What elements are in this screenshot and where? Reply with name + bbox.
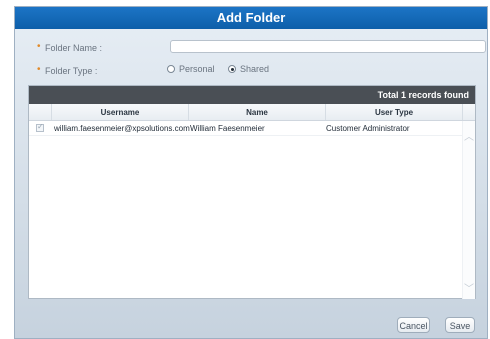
required-marker: • xyxy=(37,41,41,52)
dialog-title: Add Folder xyxy=(15,7,487,29)
folder-name-label: Folder Name : xyxy=(45,43,103,53)
username-column-header[interactable]: Username xyxy=(52,104,189,120)
name-cell: William Faesenmeier xyxy=(190,123,265,133)
records-count: Total 1 records found xyxy=(29,86,475,104)
name-column-header[interactable]: Name xyxy=(189,104,326,120)
user-type-cell: Customer Administrator xyxy=(326,123,410,133)
add-folder-dialog: Add Folder • Folder Name : • Folder Type… xyxy=(14,6,488,339)
folder-type-row: • Folder Type : Personal Shared xyxy=(35,62,475,78)
folder-type-shared-radio[interactable]: Shared xyxy=(228,64,269,74)
table-row[interactable]: william.faesenmeier@xpsolutions.com Will… xyxy=(29,121,475,136)
required-marker: • xyxy=(37,64,41,75)
checkbox-icon[interactable] xyxy=(36,122,44,132)
personal-label: Personal xyxy=(179,64,215,74)
save-button[interactable]: Save xyxy=(445,317,475,333)
radio-icon[interactable] xyxy=(228,65,236,73)
chevron-up-icon[interactable]: ︿ xyxy=(463,127,475,143)
folder-type-personal-radio[interactable]: Personal xyxy=(167,64,215,74)
row-check-cell[interactable] xyxy=(29,121,51,135)
chevron-down-icon[interactable]: ﹀ xyxy=(463,279,475,295)
header-scroll-spacer xyxy=(463,104,475,120)
folder-name-row: • Folder Name : xyxy=(35,39,486,55)
user-type-column-header[interactable]: User Type xyxy=(326,104,463,120)
grid-header: Username Name User Type xyxy=(29,104,475,121)
radio-icon[interactable] xyxy=(167,65,175,73)
cancel-button[interactable]: Cancel xyxy=(397,317,430,333)
shared-label: Shared xyxy=(240,64,270,74)
header-check-cell xyxy=(29,104,52,120)
grid-scrollbar[interactable]: ︿ ﹀ xyxy=(462,121,475,299)
username-cell: william.faesenmeier@xpsolutions.com xyxy=(54,123,190,133)
folder-name-input[interactable] xyxy=(170,40,486,53)
folder-type-label: Folder Type : xyxy=(45,66,98,76)
users-grid: Total 1 records found Username Name User… xyxy=(28,85,476,299)
